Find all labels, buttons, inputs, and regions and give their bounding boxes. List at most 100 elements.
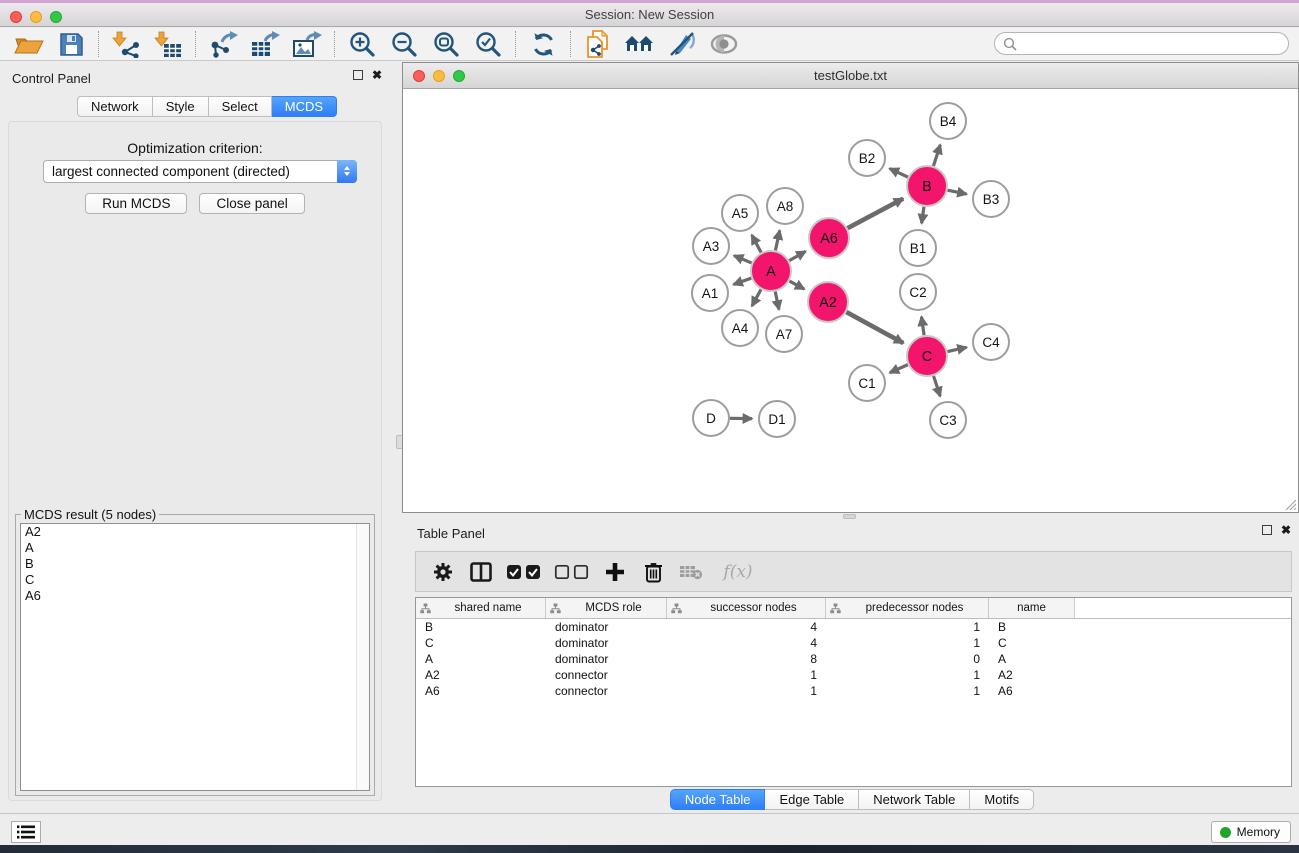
table-row[interactable]: Bdominator41B (416, 619, 1291, 635)
search-input[interactable] (1022, 35, 1288, 53)
edge-C-C3[interactable] (934, 376, 941, 396)
optimization-criterion-dropdown[interactable]: largest connected component (directed) (43, 160, 357, 183)
edge-B-B1[interactable] (922, 207, 924, 223)
eye-icon[interactable] (703, 29, 745, 59)
graph-node-D[interactable]: D (693, 400, 729, 436)
trash-icon[interactable] (638, 557, 668, 587)
column-view-icon[interactable] (466, 557, 496, 587)
close-table-panel-icon[interactable]: ✖ (1281, 525, 1291, 535)
float-table-panel-icon[interactable] (1262, 525, 1272, 535)
window-resize-grip[interactable] (1284, 498, 1297, 511)
plus-icon[interactable] (600, 557, 630, 587)
mcds-result-item[interactable]: A6 (21, 588, 369, 604)
edge-A-A6[interactable] (789, 251, 805, 260)
graph-node-D1[interactable]: D1 (759, 401, 795, 437)
task-history-button[interactable] (11, 821, 41, 843)
zoom-fit-icon[interactable] (425, 29, 467, 59)
graph-node-C3[interactable]: C3 (930, 402, 966, 438)
graph-node-C[interactable]: C (907, 336, 947, 376)
column-header-predecessor-nodes[interactable]: predecessor nodes (826, 598, 989, 618)
tab-network[interactable]: Network (77, 96, 153, 117)
close-window-icon[interactable] (10, 11, 22, 23)
column-header-MCDS-role[interactable]: MCDS role (546, 598, 667, 618)
import-table-icon[interactable] (147, 29, 189, 59)
mcds-result-item[interactable]: A (21, 540, 369, 556)
edge-A2-C[interactable] (846, 312, 903, 343)
node-table[interactable]: shared nameMCDS rolesuccessor nodesprede… (415, 597, 1292, 787)
tab-style[interactable]: Style (153, 96, 209, 117)
import-network-icon[interactable] (105, 29, 147, 59)
net-minimize-icon[interactable] (433, 70, 445, 82)
search-field[interactable] (994, 32, 1289, 55)
graph-node-C1[interactable]: C1 (849, 365, 885, 401)
hide-pen-icon[interactable] (661, 29, 703, 59)
net-close-icon[interactable] (413, 70, 425, 82)
float-panel-icon[interactable] (353, 70, 363, 80)
save-session-icon[interactable] (50, 29, 92, 59)
mcds-result-item[interactable]: C (21, 572, 369, 588)
edge-A-A8[interactable] (775, 230, 779, 250)
edge-A-A2[interactable] (789, 281, 804, 289)
export-table-icon[interactable] (244, 29, 286, 59)
network-window-titlebar[interactable]: testGlobe.txt (403, 63, 1298, 89)
export-network-icon[interactable] (202, 29, 244, 59)
tab-select[interactable]: Select (209, 96, 272, 117)
column-header-successor-nodes[interactable]: successor nodes (667, 598, 826, 618)
graph-node-B[interactable]: B (907, 166, 947, 206)
checked-pair-icon[interactable] (504, 557, 544, 587)
memory-button[interactable]: Memory (1211, 821, 1291, 843)
table-row[interactable]: Adominator80A (416, 651, 1291, 667)
table-row[interactable]: A2connector11A2 (416, 667, 1291, 683)
graph-node-C2[interactable]: C2 (900, 274, 936, 310)
edge-B-B2[interactable] (890, 169, 908, 178)
network-canvas[interactable]: B4B2BB3A8A5A6A3B1AC2A1A2A4A7C4CC1DD1C3 (403, 89, 1298, 512)
edge-B-B4[interactable] (933, 145, 940, 166)
tab-edge-table[interactable]: Edge Table (765, 789, 859, 810)
graph-node-A1[interactable]: A1 (692, 275, 728, 311)
tab-mcds[interactable]: MCDS (272, 96, 337, 117)
tab-node-table[interactable]: Node Table (670, 789, 766, 810)
graph-node-A5[interactable]: A5 (722, 195, 758, 231)
tab-network-table[interactable]: Network Table (859, 789, 970, 810)
edge-A-A4[interactable] (752, 289, 761, 306)
graph-node-A7[interactable]: A7 (766, 316, 802, 352)
zoom-in-icon[interactable] (341, 29, 383, 59)
horizontal-split-handle[interactable] (843, 514, 856, 519)
open-session-icon[interactable] (8, 29, 50, 59)
clone-network-icon[interactable] (577, 29, 619, 59)
graph-node-A3[interactable]: A3 (693, 228, 729, 264)
edge-A6-B[interactable] (848, 199, 904, 229)
table-row[interactable]: A6connector11A6 (416, 683, 1291, 699)
graph-node-A2[interactable]: A2 (808, 282, 848, 322)
gear-icon[interactable] (428, 557, 458, 587)
edge-A-A1[interactable] (734, 278, 752, 284)
refresh-icon[interactable] (522, 29, 564, 59)
edge-A-A3[interactable] (734, 256, 752, 263)
column-header-shared-name[interactable]: shared name (416, 598, 546, 618)
function-builder-icon[interactable]: f(x) (714, 557, 760, 587)
minimize-window-icon[interactable] (30, 11, 42, 23)
mcds-result-item[interactable]: A2 (21, 524, 369, 540)
dropdown-stepper-icon[interactable] (337, 160, 357, 183)
edge-C-C1[interactable] (890, 365, 908, 373)
edge-C-C4[interactable] (948, 347, 967, 351)
unchecked-pair-icon[interactable] (552, 557, 592, 587)
export-image-icon[interactable] (286, 29, 328, 59)
network-graph[interactable]: B4B2BB3A8A5A6A3B1AC2A1A2A4A7C4CC1DD1C3 (403, 89, 1298, 512)
column-header-name[interactable]: name (989, 598, 1075, 618)
delete-table-icon[interactable] (676, 557, 706, 587)
graph-node-C4[interactable]: C4 (973, 324, 1009, 360)
close-panel-button[interactable]: Close panel (199, 193, 304, 214)
home-pair-icon[interactable] (619, 29, 661, 59)
graph-node-A4[interactable]: A4 (722, 310, 758, 346)
mcds-list-scrollbar[interactable] (356, 524, 369, 790)
edge-B-B3[interactable] (948, 190, 967, 194)
graph-node-A8[interactable]: A8 (767, 188, 803, 224)
maximize-window-icon[interactable] (50, 11, 62, 23)
edge-A-A5[interactable] (752, 235, 761, 252)
graph-node-A[interactable]: A (751, 251, 791, 291)
graph-node-B1[interactable]: B1 (900, 230, 936, 266)
mcds-result-list[interactable]: A2ABCA6 (20, 523, 370, 791)
edge-C-C2[interactable] (921, 317, 924, 335)
graph-node-B3[interactable]: B3 (973, 181, 1009, 217)
